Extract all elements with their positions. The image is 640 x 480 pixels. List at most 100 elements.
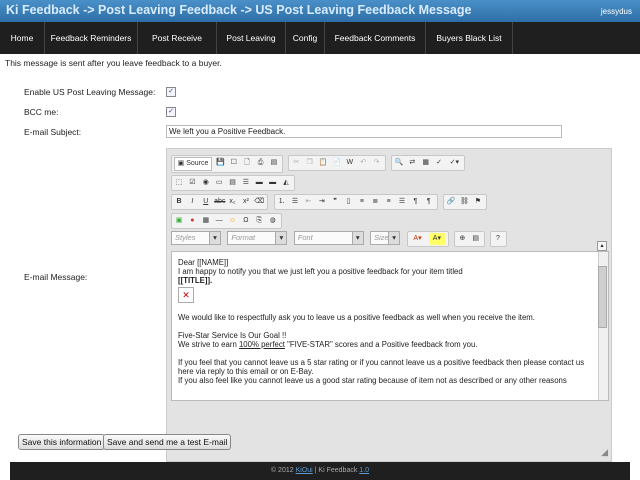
rtl-icon[interactable]: ¶	[424, 196, 434, 208]
body-greeting: Dear [[NAME]]	[178, 258, 229, 267]
underline-icon[interactable]: U	[201, 196, 211, 208]
show-blocks-icon[interactable]: ▤	[471, 233, 481, 245]
page-break-icon[interactable]: ⎘	[254, 215, 264, 227]
horizontal-rule-icon[interactable]: ―	[214, 215, 224, 227]
subscript-icon[interactable]: x₂	[228, 196, 238, 208]
scayt-icon[interactable]: ✓▾	[447, 157, 461, 169]
spellcheck-icon[interactable]: ✓	[434, 157, 444, 169]
strike-icon[interactable]: abc	[214, 196, 225, 208]
radio-icon[interactable]: ◉	[201, 177, 211, 189]
body-para2b-post: "FIVE-STAR" scores and a Positive feedba…	[284, 340, 478, 349]
textfield-icon[interactable]: ▭	[214, 177, 224, 189]
styles-combo[interactable]: Styles ▾	[171, 231, 221, 245]
indent-icon[interactable]: ⇥	[317, 196, 327, 208]
format-label: Format	[231, 233, 256, 242]
new-page-icon[interactable]: ☐	[229, 157, 239, 169]
select-icon[interactable]: ☰	[241, 177, 251, 189]
body-line1: I am happy to notify you that we just le…	[178, 267, 463, 276]
copy-icon[interactable]: ❐	[305, 157, 315, 169]
paste-word-icon[interactable]: W	[345, 157, 355, 169]
blockquote-icon[interactable]: ❞	[330, 196, 340, 208]
checkbox-icon[interactable]: ☑	[187, 177, 197, 189]
nav-home[interactable]: Home	[0, 22, 45, 54]
source-button[interactable]: ▣ Source	[174, 157, 212, 171]
save-test-email-button[interactable]: Save and send me a test E-mail	[103, 434, 232, 450]
align-right-icon[interactable]: ≡	[384, 196, 394, 208]
anchor-icon[interactable]: ⚑	[473, 196, 483, 208]
toolbar-row-2: ⬚ ☑ ◉ ▭ ▤ ☰ ▬ ▬ ◭	[171, 175, 298, 191]
save-icon[interactable]: 💾	[215, 157, 225, 169]
font-combo[interactable]: Font ▾	[293, 231, 364, 245]
nav-feedback-comments[interactable]: Feedback Comments	[325, 22, 426, 54]
iframe-icon[interactable]: ◍	[268, 215, 278, 227]
numbered-list-icon[interactable]: ⒈	[277, 196, 287, 208]
superscript-icon[interactable]: x²	[241, 196, 251, 208]
ltr-icon[interactable]: ¶	[410, 196, 420, 208]
nav-feedback-reminders[interactable]: Feedback Reminders	[45, 22, 138, 54]
remove-format-icon[interactable]: ⌫	[254, 196, 264, 208]
nav-config[interactable]: Config	[286, 22, 325, 54]
scrollbar-thumb[interactable]	[598, 266, 607, 328]
align-left-icon[interactable]: ≡	[357, 196, 367, 208]
editor-scrollbar[interactable]	[598, 252, 608, 400]
subject-input[interactable]: We left you a Positive Feedback.	[166, 125, 562, 138]
align-center-icon[interactable]: ≣	[370, 196, 380, 208]
collapse-toolbar-icon[interactable]: ▴	[597, 241, 607, 251]
select-all-icon[interactable]: ▦	[421, 157, 431, 169]
undo-icon[interactable]: ↶	[358, 157, 368, 169]
smiley-icon[interactable]: ☺	[228, 215, 238, 227]
special-char-icon[interactable]: Ω	[241, 215, 251, 227]
form-icon[interactable]: ⬚	[174, 177, 184, 189]
footer-version-link[interactable]: 1.0	[359, 467, 369, 474]
body-para4: If you also feel like you cannot leave u…	[178, 376, 567, 385]
nav-post-receive[interactable]: Post Receive	[138, 22, 217, 54]
hidden-field-icon[interactable]: ◭	[281, 177, 291, 189]
body-para2b: We strive to earn 100% perfect "FIVE-STA…	[172, 340, 608, 349]
username[interactable]: jessydus	[601, 7, 632, 16]
outdent-icon[interactable]: ⇤	[303, 196, 313, 208]
bcc-checkbox[interactable]: ✓	[166, 107, 176, 117]
print-icon[interactable]: ⎙	[256, 157, 266, 169]
save-button[interactable]: Save this information	[18, 434, 106, 450]
main-nav: Home Feedback Reminders Post Receive Pos…	[0, 22, 640, 54]
templates-icon[interactable]: ▤	[269, 157, 279, 169]
format-combo[interactable]: Format ▾	[227, 231, 288, 245]
bold-icon[interactable]: B	[174, 196, 184, 208]
unlink-icon[interactable]: ⛓	[460, 196, 470, 208]
justify-icon[interactable]: ☰	[397, 196, 407, 208]
footer: © 2012 KiOui | Ki Feedback 1.0	[10, 462, 630, 480]
textarea-icon[interactable]: ▤	[228, 177, 238, 189]
flash-icon[interactable]: ●	[187, 215, 197, 227]
link-icon[interactable]: 🔗	[446, 196, 456, 208]
div-icon[interactable]: ▯	[344, 196, 354, 208]
bullet-list-icon[interactable]: ☰	[290, 196, 300, 208]
maximize-icon[interactable]: ⊕	[457, 233, 467, 245]
text-color-icon[interactable]: A▾	[410, 233, 426, 245]
resize-handle-icon[interactable]: ◢	[601, 447, 608, 458]
preview-icon[interactable]: 🗋	[242, 157, 252, 169]
size-combo[interactable]: Size ▾	[370, 231, 401, 245]
cut-icon[interactable]: ✂	[291, 157, 301, 169]
paste-icon[interactable]: 📋	[318, 157, 328, 169]
table-icon[interactable]: ▦	[201, 215, 211, 227]
nav-buyers-black-list[interactable]: Buyers Black List	[426, 22, 513, 54]
button-icon[interactable]: ▬	[254, 177, 264, 189]
message-label: E-mail Message:	[24, 272, 88, 282]
nav-post-leaving[interactable]: Post Leaving	[217, 22, 286, 54]
footer-brand-link[interactable]: KiOui	[296, 467, 313, 474]
paste-text-icon[interactable]: 📄	[331, 157, 341, 169]
message-textarea[interactable]: Dear [[NAME]] I am happy to notify you t…	[171, 251, 609, 401]
image-icon[interactable]: ▣	[174, 215, 184, 227]
italic-icon[interactable]: I	[187, 196, 197, 208]
about-icon[interactable]: ?	[493, 233, 503, 245]
redo-icon[interactable]: ↷	[372, 157, 382, 169]
find-icon[interactable]: 🔍	[394, 157, 404, 169]
body-para1: We would like to respectfully ask you to…	[178, 313, 535, 322]
body-para3a: If you feel that you cannot leave us a 5…	[178, 358, 585, 367]
bg-color-icon[interactable]: A▾	[428, 233, 445, 245]
body-para2b-link[interactable]: 100% perfect	[239, 340, 285, 349]
image-button-icon[interactable]: ▬	[268, 177, 278, 189]
replace-icon[interactable]: ⇄	[407, 157, 417, 169]
chevron-down-icon: ▾	[275, 232, 287, 244]
enable-checkbox[interactable]: ✓	[166, 87, 176, 97]
